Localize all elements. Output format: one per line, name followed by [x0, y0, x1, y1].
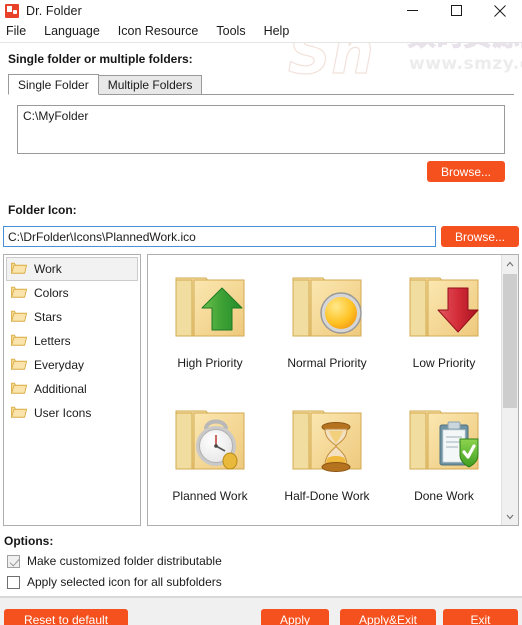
category-label: Everyday [34, 358, 85, 372]
category-label: Work [34, 262, 62, 276]
category-item-everyday[interactable]: Everyday [6, 353, 138, 377]
icon-item-label: High Priority [177, 356, 243, 370]
window-title: Dr. Folder [26, 3, 82, 18]
maximize-icon[interactable] [434, 0, 478, 21]
category-item-user-icons[interactable]: User Icons [6, 401, 138, 425]
folder-icon [11, 357, 27, 373]
category-item-work[interactable]: Work [6, 257, 138, 281]
window-controls [390, 0, 522, 21]
close-icon[interactable] [478, 0, 522, 21]
green-up-arrow-folder-icon [168, 266, 252, 350]
icon-item-label: Done Work [414, 489, 474, 503]
folder-icon [11, 309, 27, 325]
yellow-circle-folder-icon [285, 266, 369, 350]
tab-multiple-folders[interactable]: Multiple Folders [98, 75, 203, 95]
icon-item-label: Normal Priority [287, 356, 367, 370]
scrollbar-thumb[interactable] [503, 274, 517, 408]
minimize-icon[interactable] [390, 0, 434, 21]
category-item-stars[interactable]: Stars [6, 305, 138, 329]
tab-single-folder[interactable]: Single Folder [8, 74, 99, 95]
alarm-clock-folder-icon [168, 399, 252, 483]
category-item-letters[interactable]: Letters [6, 329, 138, 353]
category-label: Letters [34, 334, 71, 348]
menu-item-help[interactable]: Help [255, 21, 299, 42]
dr-folder-window: Sn 数码资源网 www.smzy.com Dr. Folder File La… [0, 0, 522, 625]
category-label: User Icons [34, 406, 92, 420]
icon-item-label: Low Priority [412, 356, 476, 370]
category-item-additional[interactable]: Additional [6, 377, 138, 401]
icon-item-half-done-work[interactable]: Half-Done Work [272, 391, 382, 524]
reset-to-default-button[interactable]: Reset to default [4, 609, 128, 625]
apply-and-exit-button[interactable]: Apply&Exit [340, 609, 436, 625]
options-label: Options: [4, 534, 54, 548]
icon-item-low-priority[interactable]: Low Priority [389, 258, 499, 391]
folder-icon [11, 381, 27, 397]
menu-item-icon-resource[interactable]: Icon Resource [109, 21, 208, 42]
folder-icon-path-input[interactable] [3, 226, 436, 247]
title-bar: Dr. Folder [0, 0, 522, 21]
icon-category-list[interactable]: Work Colors Stars Letters Everyday Addit… [3, 254, 141, 526]
category-label: Stars [34, 310, 63, 324]
folder-section-label: Single folder or multiple folders: [8, 52, 193, 66]
icon-grid-scrollbar[interactable] [501, 255, 518, 525]
icon-item-high-priority[interactable]: High Priority [155, 258, 265, 391]
hourglass-folder-icon [285, 399, 369, 483]
chevron-up-icon[interactable] [502, 255, 518, 272]
apply-button[interactable]: Apply [261, 609, 329, 625]
dr-folder-app-icon [5, 3, 19, 18]
category-item-colors[interactable]: Colors [6, 281, 138, 305]
menu-item-tools[interactable]: Tools [207, 21, 254, 42]
category-label: Colors [34, 286, 69, 300]
icon-item-planned-work[interactable]: Planned Work [155, 391, 265, 524]
menu-item-language[interactable]: Language [35, 21, 109, 42]
folder-icon-label: Folder Icon: [8, 203, 77, 217]
folder-icon [11, 405, 27, 421]
folder-tabs: Single Folder Multiple Folders [8, 74, 203, 95]
icon-grid-pane[interactable]: High Priority Normal Priority Low Priori… [147, 254, 519, 526]
menu-item-file[interactable]: File [0, 21, 35, 42]
icon-item-label: Half-Done Work [284, 489, 370, 503]
red-down-arrow-folder-icon [402, 266, 486, 350]
watermark-url: www.smzy.com [409, 54, 522, 74]
menu-bar: File Language Icon Resource Tools Help [0, 21, 522, 43]
clipboard-check-folder-icon [402, 399, 486, 483]
icon-item-done-work[interactable]: Done Work [389, 391, 499, 524]
checkbox-make-distributable[interactable]: Make customized folder distributable [7, 554, 222, 568]
category-label: Additional [34, 382, 87, 396]
icon-item-normal-priority[interactable]: Normal Priority [272, 258, 382, 391]
checkbox-label: Apply selected icon for all subfolders [27, 575, 222, 589]
folder-tab-panel [8, 94, 514, 188]
checkbox-box[interactable] [7, 575, 20, 589]
checkbox-box[interactable] [7, 554, 20, 568]
chevron-down-icon[interactable] [502, 508, 518, 525]
checkbox-label: Make customized folder distributable [27, 554, 222, 568]
checkbox-apply-subfolders[interactable]: Apply selected icon for all subfolders [7, 575, 222, 589]
folder-icon [11, 333, 27, 349]
folder-icon [11, 285, 27, 301]
folder-icon-browse-button[interactable]: Browse... [441, 226, 519, 247]
icon-grid: High Priority Normal Priority Low Priori… [148, 255, 501, 525]
folder-icon [11, 261, 27, 277]
icon-item-label: Planned Work [172, 489, 248, 503]
exit-button[interactable]: Exit [443, 609, 518, 625]
